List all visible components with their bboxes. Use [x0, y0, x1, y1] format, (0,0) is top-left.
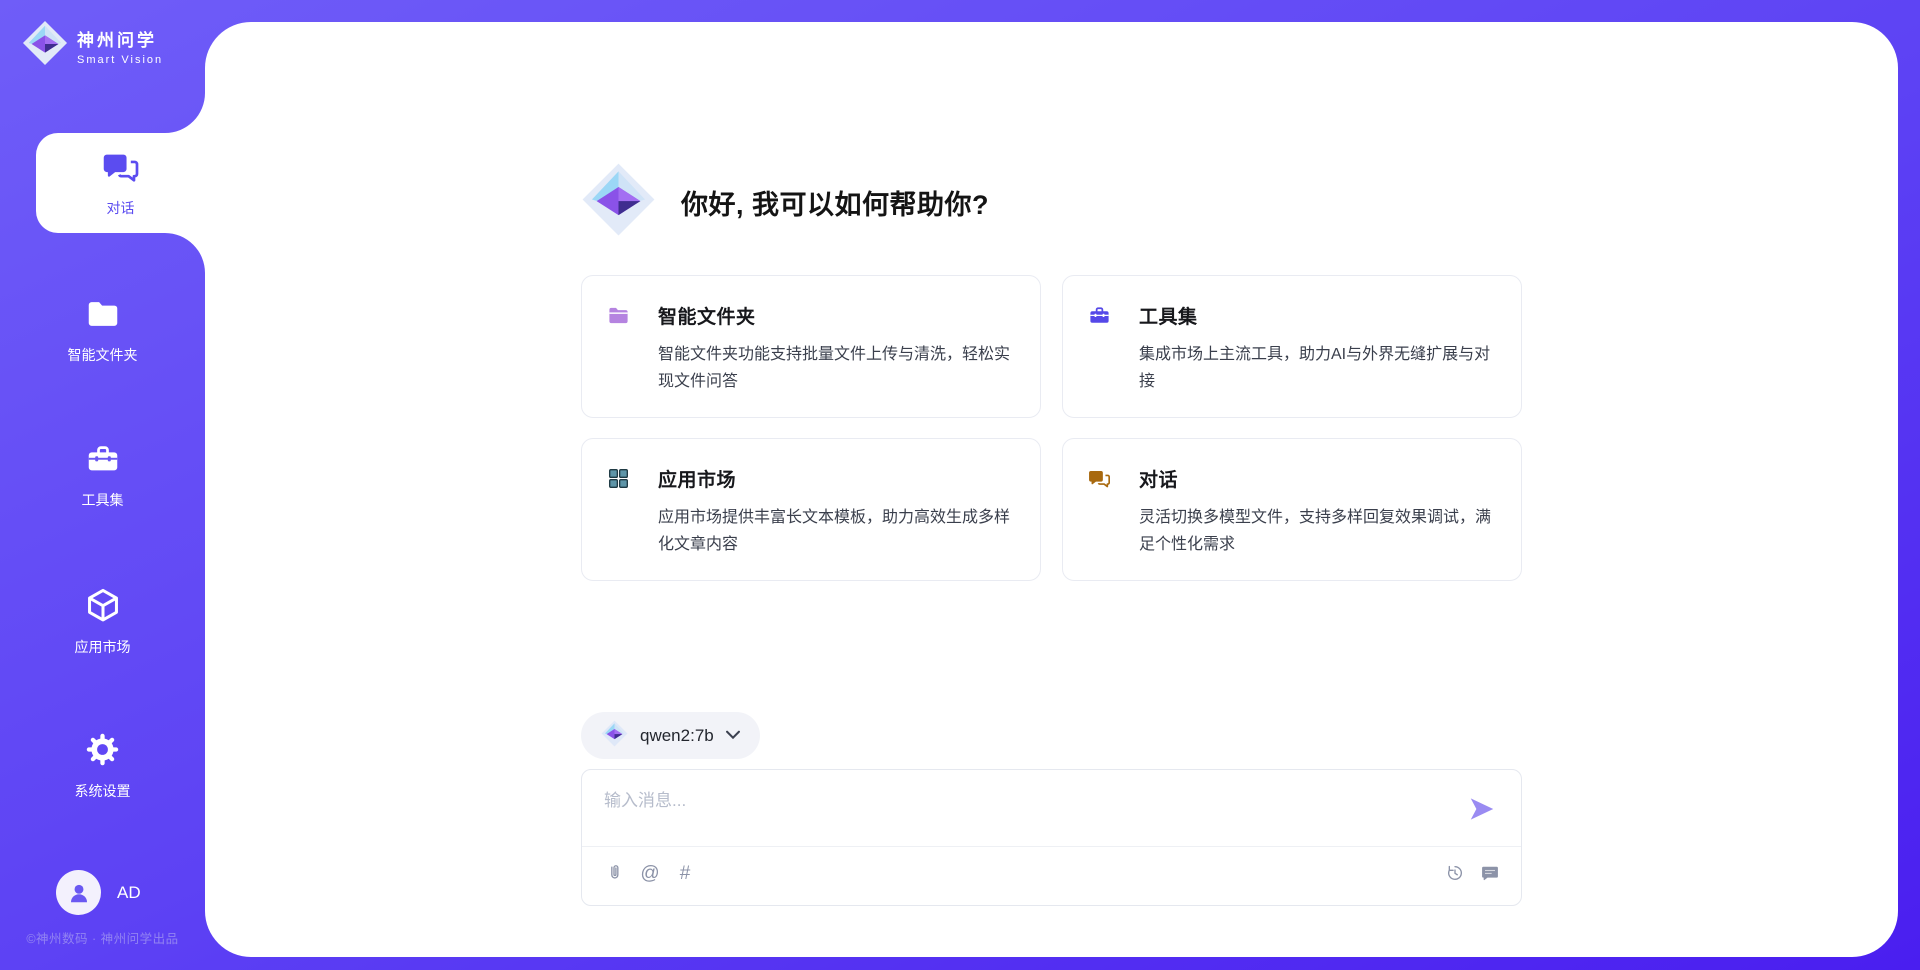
card-description: 集成市场上主流工具，助力AI与外界无缝扩展与对接	[1139, 341, 1497, 395]
chat-icon	[1088, 467, 1111, 490]
greeting-title: 你好, 我可以如何帮助你?	[681, 183, 989, 222]
avatar	[56, 870, 101, 915]
card-description: 应用市场提供丰富长文本模板，助力高效生成多样化文章内容	[658, 504, 1016, 558]
attachment-icon[interactable]	[604, 862, 626, 884]
card-title: 应用市场	[658, 465, 736, 492]
card-chat[interactable]: 对话 灵活切换多模型文件，支持多样回复效果调试，满足个性化需求	[1062, 438, 1522, 581]
topic-icon[interactable]: #	[674, 862, 696, 884]
assistant-diamond-icon	[581, 162, 656, 242]
user-initials: AD	[117, 883, 141, 903]
history-icon[interactable]	[1444, 862, 1466, 884]
sidebar-item-label: 系统设置	[75, 781, 131, 801]
model-selector[interactable]: qwen2:7b	[581, 712, 760, 759]
card-description: 灵活切换多模型文件，支持多样回复效果调试，满足个性化需求	[1139, 504, 1497, 558]
brand-name: 神州问学	[77, 26, 163, 51]
sidebar-item-label: 工具集	[82, 490, 124, 510]
model-name: qwen2:7b	[640, 726, 714, 746]
sidebar: 神州问学 Smart Vision 对话 智能文件夹	[0, 0, 205, 970]
send-icon[interactable]	[1467, 794, 1497, 824]
folder-icon	[85, 296, 121, 337]
card-smart-folder[interactable]: 智能文件夹 智能文件夹功能支持批量文件上传与清洗，轻松实现文件问答	[581, 275, 1041, 418]
model-diamond-icon	[601, 720, 628, 752]
card-toolset[interactable]: 工具集 集成市场上主流工具，助力AI与外界无缝扩展与对接	[1062, 275, 1522, 418]
grid-icon	[607, 467, 630, 490]
toolbox-icon	[85, 441, 121, 482]
message-bubble-icon[interactable]	[1479, 862, 1501, 884]
mention-icon[interactable]: @	[639, 862, 661, 884]
sidebar-item-label: 对话	[107, 198, 135, 218]
message-input[interactable]	[604, 786, 1464, 838]
greeting-block: 你好, 我可以如何帮助你?	[581, 162, 989, 242]
card-title: 智能文件夹	[658, 302, 756, 329]
cube-icon	[84, 586, 122, 629]
chevron-down-icon	[726, 727, 740, 745]
brand-diamond-icon	[22, 20, 68, 71]
message-composer: @ #	[581, 769, 1522, 906]
toolbox-icon	[1088, 304, 1111, 327]
sidebar-item-label: 应用市场	[75, 637, 131, 657]
card-title: 工具集	[1139, 302, 1198, 329]
gear-icon	[84, 731, 121, 773]
sidebar-item-chat[interactable]: 对话	[36, 133, 205, 233]
composer-divider	[582, 846, 1521, 847]
main-panel: 你好, 我可以如何帮助你? 智能文件夹 智能文件夹功能支持批量文件上传与清洗，轻…	[205, 22, 1898, 957]
brand-logo: 神州问学 Smart Vision	[22, 20, 163, 71]
feature-cards: 智能文件夹 智能文件夹功能支持批量文件上传与清洗，轻松实现文件问答	[581, 275, 1522, 581]
brand-subtitle: Smart Vision	[77, 54, 163, 66]
folder-open-icon	[607, 304, 630, 327]
card-title: 对话	[1139, 465, 1178, 492]
sidebar-item-label: 智能文件夹	[68, 345, 138, 365]
user-account[interactable]: AD	[56, 870, 141, 915]
chat-icon	[102, 148, 140, 191]
card-description: 智能文件夹功能支持批量文件上传与清洗，轻松实现文件问答	[658, 341, 1016, 395]
sidebar-item-smart-folder[interactable]: 智能文件夹	[0, 296, 205, 365]
copyright-footer: ©神州数码 · 神州问学出品	[0, 928, 205, 947]
sidebar-item-toolset[interactable]: 工具集	[0, 441, 205, 510]
sidebar-item-settings[interactable]: 系统设置	[0, 731, 205, 801]
card-app-market[interactable]: 应用市场 应用市场提供丰富长文本模板，助力高效生成多样化文章内容	[581, 438, 1041, 581]
sidebar-item-app-market[interactable]: 应用市场	[0, 586, 205, 657]
